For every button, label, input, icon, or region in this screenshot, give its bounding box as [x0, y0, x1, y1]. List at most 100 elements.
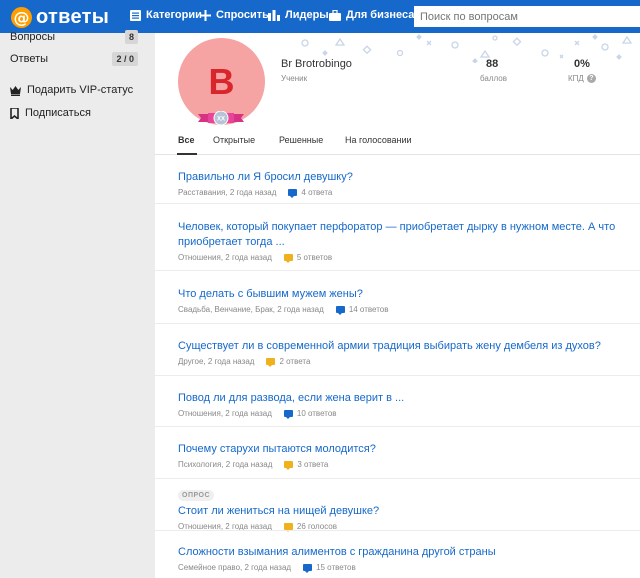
question-meta: Другое, 2 года назад 2 ответа [178, 357, 618, 367]
tab-open[interactable]: Открытые [213, 135, 255, 145]
list-item[interactable]: Сложности взымания алиментов с гражданин… [178, 545, 618, 573]
list-item[interactable]: ОПРОС Стоит ли жениться на нищей девушке… [178, 484, 618, 532]
sidebar-item-questions[interactable]: Вопросы 8 [10, 30, 138, 44]
active-tab-indicator [177, 153, 197, 155]
answers-icon [284, 461, 294, 470]
list-item[interactable]: Что делать с бывшим мужем жены? Свадьба,… [178, 287, 618, 315]
search-input[interactable] [414, 6, 640, 27]
poll-badge: ОПРОС [178, 490, 215, 501]
list-icon [130, 9, 141, 21]
nav-leaders-label: Лидеры [285, 9, 329, 21]
tab-voting[interactable]: На голосовании [345, 135, 412, 145]
question-meta: Отношения, 2 года назад 5 ответов [178, 253, 618, 263]
question-title[interactable]: Стоит ли жениться на нищей девушке? [178, 504, 618, 519]
answers-icon [266, 358, 276, 367]
answers-count: 4 ответа [301, 188, 333, 197]
gift-vip-link[interactable]: Подарить VIP-статус [10, 84, 133, 96]
nav-ask[interactable]: Спросить [200, 9, 269, 21]
subscribe-link[interactable]: Подписаться [10, 107, 91, 119]
question-category: Семейное право, 2 года назад [178, 563, 292, 572]
kpd-value: 0% [574, 58, 590, 70]
question-category: Отношения, 2 года назад [178, 409, 272, 418]
tab-all[interactable]: Все [178, 135, 195, 145]
question-category: Другое, 2 года назад [178, 357, 255, 366]
subscribe-label: Подписаться [25, 107, 91, 119]
briefcase-icon [329, 9, 341, 21]
answers-count: 2 ответа [279, 357, 311, 366]
help-icon[interactable]: ? [586, 74, 596, 83]
count-badge: 8 [124, 30, 138, 44]
kpd-label: КПД ? [568, 74, 596, 83]
divider [155, 203, 640, 204]
question-category: Расставания, 2 года назад [178, 188, 277, 197]
list-item[interactable]: Повод ли для развода, если жена верит в … [178, 391, 618, 419]
question-title[interactable]: Существует ли в современной армии традиц… [178, 339, 618, 354]
divider [155, 530, 640, 531]
question-meta: Расставания, 2 года назад 4 ответа [178, 188, 618, 198]
divider [155, 270, 640, 271]
answers-icon [283, 410, 293, 419]
question-meta: Семейное право, 2 года назад 15 ответов [178, 563, 618, 573]
question-title[interactable]: Сложности взымания алиментов с гражданин… [178, 545, 618, 560]
bar-chart-icon [268, 9, 280, 21]
logo-text: ответы [36, 6, 110, 28]
divider [155, 478, 640, 479]
at-logo-icon: @ [11, 7, 32, 28]
question-title[interactable]: Что делать с бывшим мужем жены? [178, 287, 618, 302]
answers-count: 15 ответов [316, 563, 356, 572]
user-rank: Ученик [281, 74, 308, 83]
top-header: @ ответы Категории Спросить Лидеры Для б… [0, 0, 640, 33]
divider [155, 426, 640, 427]
count-badge: 2 / 0 [112, 52, 138, 66]
points-value: 88 [486, 58, 499, 70]
level-ribbon-icon: XX [198, 111, 244, 125]
question-category: Свадьба, Венчание, Брак, 2 года назад [178, 305, 324, 314]
question-meta: Свадьба, Венчание, Брак, 2 года назад 14… [178, 305, 618, 315]
list-item[interactable]: Человек, который покупает перфоратор — п… [178, 220, 618, 263]
list-item[interactable]: Существует ли в современной армии традиц… [178, 339, 618, 367]
answers-count: 3 ответа [297, 460, 329, 469]
question-title[interactable]: Повод ли для развода, если жена верит в … [178, 391, 618, 406]
divider [155, 375, 640, 376]
nav-leaders[interactable]: Лидеры [268, 9, 329, 21]
answers-count: 14 ответов [348, 305, 389, 314]
list-item[interactable]: Правильно ли Я бросил девушку? Расставан… [178, 170, 618, 198]
plus-icon [200, 9, 211, 21]
answers-icon [283, 254, 293, 263]
question-title[interactable]: Человек, который покупает перфоратор — п… [178, 220, 618, 250]
answers-icon [303, 564, 313, 573]
points-label: баллов [480, 74, 507, 83]
sidebar-item-label: Ответы [10, 53, 49, 65]
nav-categories-label: Категории [146, 9, 202, 21]
sidebar-item-answers[interactable]: Ответы 2 / 0 [10, 52, 138, 66]
bookmark-icon [10, 107, 19, 119]
question-category: Отношения, 2 года назад [178, 253, 272, 262]
level-label: XX [217, 116, 225, 122]
kpd-label-text: КПД [568, 74, 584, 83]
profile-card: B XX Br Brotrobingo Ученик 88 баллов 0% … [155, 33, 640, 578]
list-item[interactable]: Почему старухи пытаются молодится? Психо… [178, 442, 618, 470]
answers-icon [288, 189, 298, 198]
nav-categories[interactable]: Категории [130, 9, 202, 21]
nav-ask-label: Спросить [216, 9, 269, 21]
tab-resolved[interactable]: Решенные [279, 135, 323, 145]
points-label-text: баллов [480, 74, 507, 83]
question-meta: Отношения, 2 года назад 10 ответов [178, 409, 618, 419]
username: Br Brotrobingo [281, 58, 352, 70]
crown-icon [10, 85, 21, 96]
sidebar-item-label: Вопросы [10, 31, 56, 43]
nav-business-label: Для бизнеса [346, 9, 415, 21]
answers-icon [335, 306, 345, 315]
site-logo[interactable]: @ ответы [11, 6, 109, 29]
question-title[interactable]: Правильно ли Я бросил девушку? [178, 170, 618, 185]
nav-business[interactable]: Для бизнеса [329, 9, 414, 21]
question-category: Психология, 2 года назад [178, 460, 273, 469]
question-meta: Психология, 2 года назад 3 ответа [178, 460, 618, 470]
gift-vip-label: Подарить VIP-статус [27, 84, 134, 96]
answers-count: 5 ответов [296, 253, 333, 262]
answers-count: 10 ответов [296, 409, 337, 418]
votes-icon [283, 523, 293, 532]
left-sidebar: Вопросы 8 Ответы 2 / 0 Подарить VIP-стат… [0, 30, 144, 578]
question-title[interactable]: Почему старухи пытаются молодится? [178, 442, 618, 457]
divider [155, 323, 640, 324]
